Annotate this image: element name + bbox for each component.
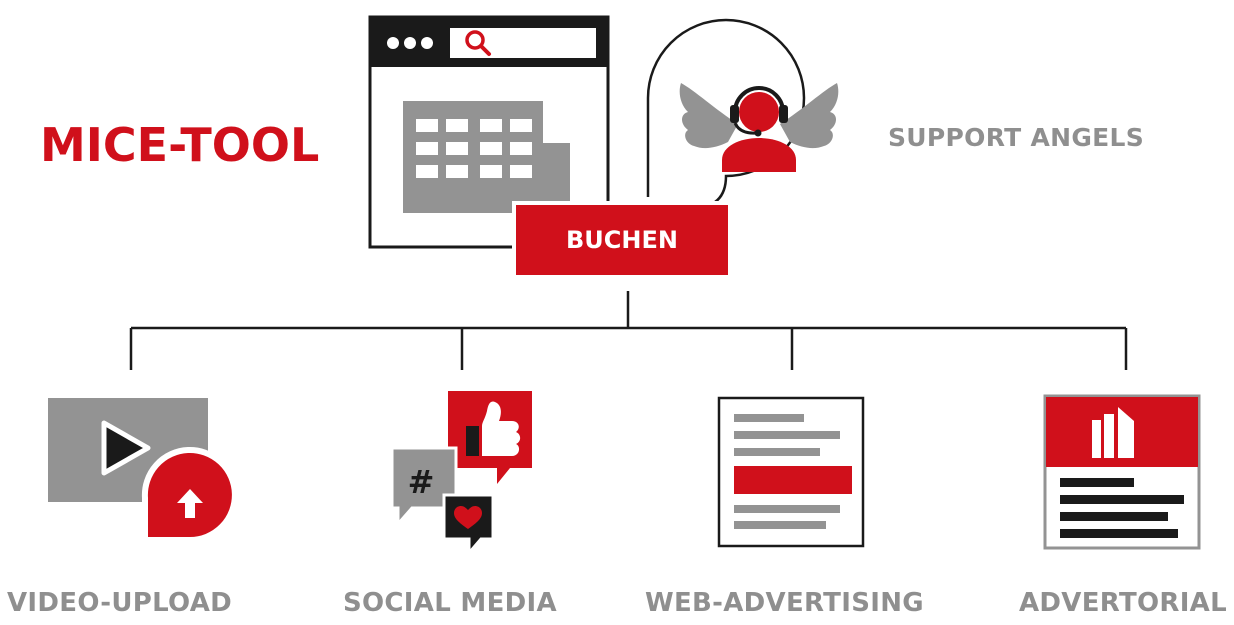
video-upload-icon	[48, 398, 238, 543]
branch-label-social-media: SOCIAL MEDIA	[343, 588, 557, 618]
social-media-icon: #	[390, 391, 532, 558]
book-button[interactable]: BUCHEN	[512, 201, 732, 279]
hashtag-label: #	[408, 463, 435, 501]
advertorial-icon	[1043, 394, 1201, 550]
support-angels-label: SUPPORT ANGELS	[888, 123, 1145, 152]
support-angel-icon	[679, 83, 839, 172]
connector-tree	[129, 291, 1128, 370]
diagram-canvas: #	[48, 15, 1201, 558]
main-title: MICE-TOOL	[40, 118, 320, 172]
branch-label-video-upload: VIDEO-UPLOAD	[7, 588, 233, 618]
web-advertising-icon	[717, 396, 865, 548]
branch-label-advertorial: ADVERTORIAL	[1019, 588, 1227, 618]
branch-label-web-advertising: WEB-ADVERTISING	[645, 588, 924, 618]
